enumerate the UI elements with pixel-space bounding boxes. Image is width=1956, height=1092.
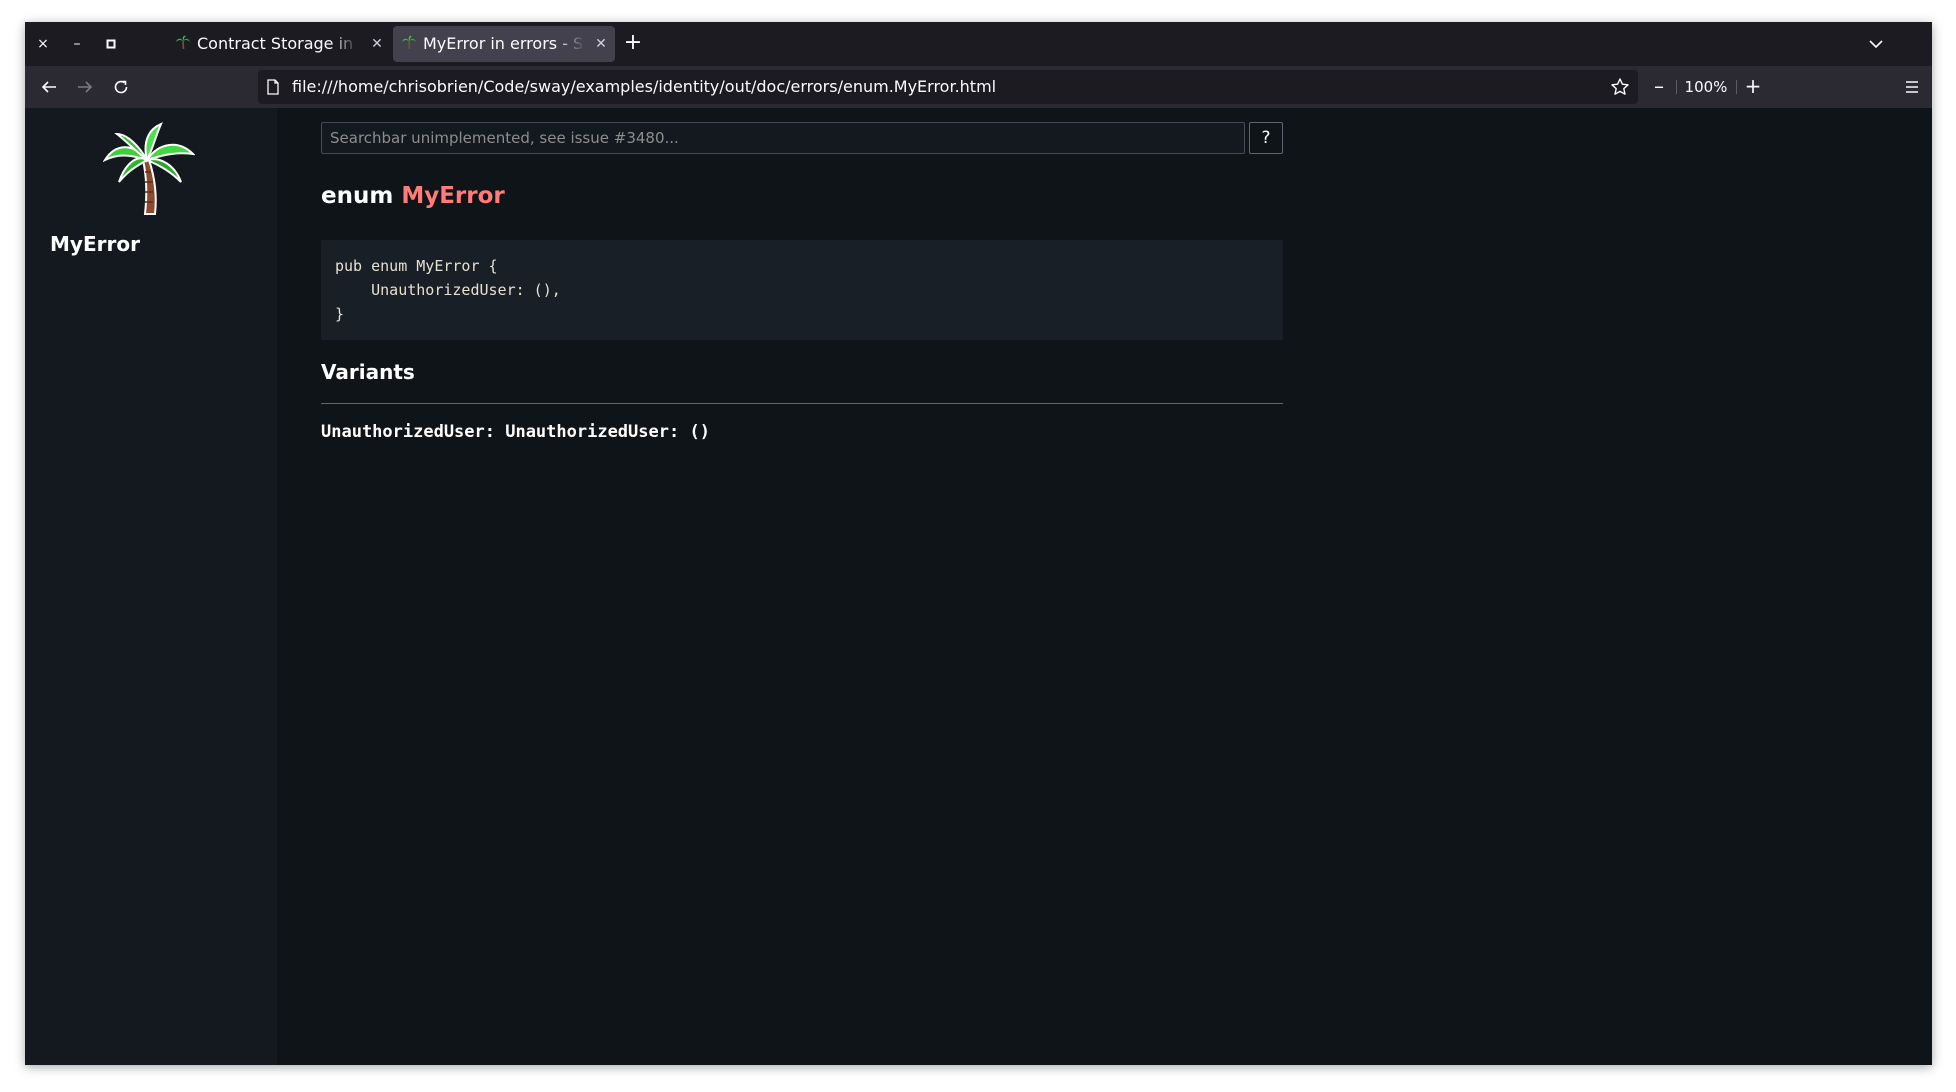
page-title: enum MyError	[321, 183, 505, 209]
page-icon	[267, 79, 279, 95]
title-keyword: enum	[321, 183, 394, 209]
tab-close-icon[interactable]: ✕	[369, 26, 385, 62]
help-button[interactable]: ?	[1249, 122, 1283, 154]
app-menu-button[interactable]	[1902, 77, 1922, 97]
browser-window: × – Contract Storage in storage - Sway ✕…	[25, 22, 1932, 1065]
sway-palm-logo[interactable]	[103, 120, 195, 216]
reload-icon	[114, 80, 128, 94]
title-enum-name: MyError	[401, 183, 505, 209]
reload-button[interactable]	[110, 76, 132, 98]
zoom-separator	[1736, 80, 1737, 94]
close-window-button[interactable]: ×	[33, 34, 53, 54]
maximize-icon	[106, 39, 116, 49]
list-all-tabs-button[interactable]	[1868, 36, 1884, 52]
address-bar[interactable]: file:///home/chrisobrien/Code/sway/examp…	[258, 70, 1638, 104]
back-button[interactable]	[38, 76, 60, 98]
tab-title: Contract Storage in storage - Sway	[197, 34, 359, 53]
search-input[interactable]	[321, 122, 1245, 154]
tab-close-icon[interactable]: ✕	[593, 26, 609, 62]
maximize-window-button[interactable]	[101, 34, 121, 54]
tab-myerror[interactable]: MyError in errors - Sway ✕	[393, 26, 615, 62]
palm-favicon-icon	[401, 35, 417, 51]
tab-contract-storage[interactable]: Contract Storage in storage - Sway ✕	[167, 26, 391, 62]
nav-toolbar: file:///home/chrisobrien/Code/sway/examp…	[25, 66, 1932, 108]
zoom-separator	[1676, 80, 1677, 94]
zoom-out-button[interactable]: –	[1648, 76, 1670, 98]
url-text[interactable]: file:///home/chrisobrien/Code/sway/examp…	[292, 70, 996, 104]
zoom-in-button[interactable]: +	[1742, 76, 1764, 98]
zoom-level-button[interactable]: 100%	[1680, 76, 1732, 98]
code-block: pub enum MyError { UnauthorizedUser: (),…	[321, 240, 1283, 340]
new-tab-button[interactable]: +	[623, 32, 643, 54]
tab-strip: × – Contract Storage in storage - Sway ✕…	[25, 22, 1932, 66]
doc-main: ? enum MyError pub enum MyError { Unauth…	[277, 108, 1932, 1065]
minimize-window-button[interactable]: –	[67, 34, 87, 54]
sidebar-title[interactable]: MyError	[50, 232, 140, 256]
arrow-left-icon	[41, 81, 56, 93]
variant-item: UnauthorizedUser: UnauthorizedUser: ()	[321, 422, 710, 442]
doc-sidebar: MyError	[25, 108, 277, 1065]
forward-button[interactable]	[74, 76, 96, 98]
arrow-right-icon	[78, 81, 93, 93]
hamburger-menu-icon	[1906, 81, 1918, 93]
palm-favicon-icon	[175, 35, 191, 51]
chevron-down-icon	[1869, 40, 1883, 49]
tab-title: MyError in errors - Sway	[423, 34, 585, 53]
bookmark-star-icon[interactable]	[1610, 77, 1630, 97]
variants-heading: Variants	[321, 360, 1283, 404]
